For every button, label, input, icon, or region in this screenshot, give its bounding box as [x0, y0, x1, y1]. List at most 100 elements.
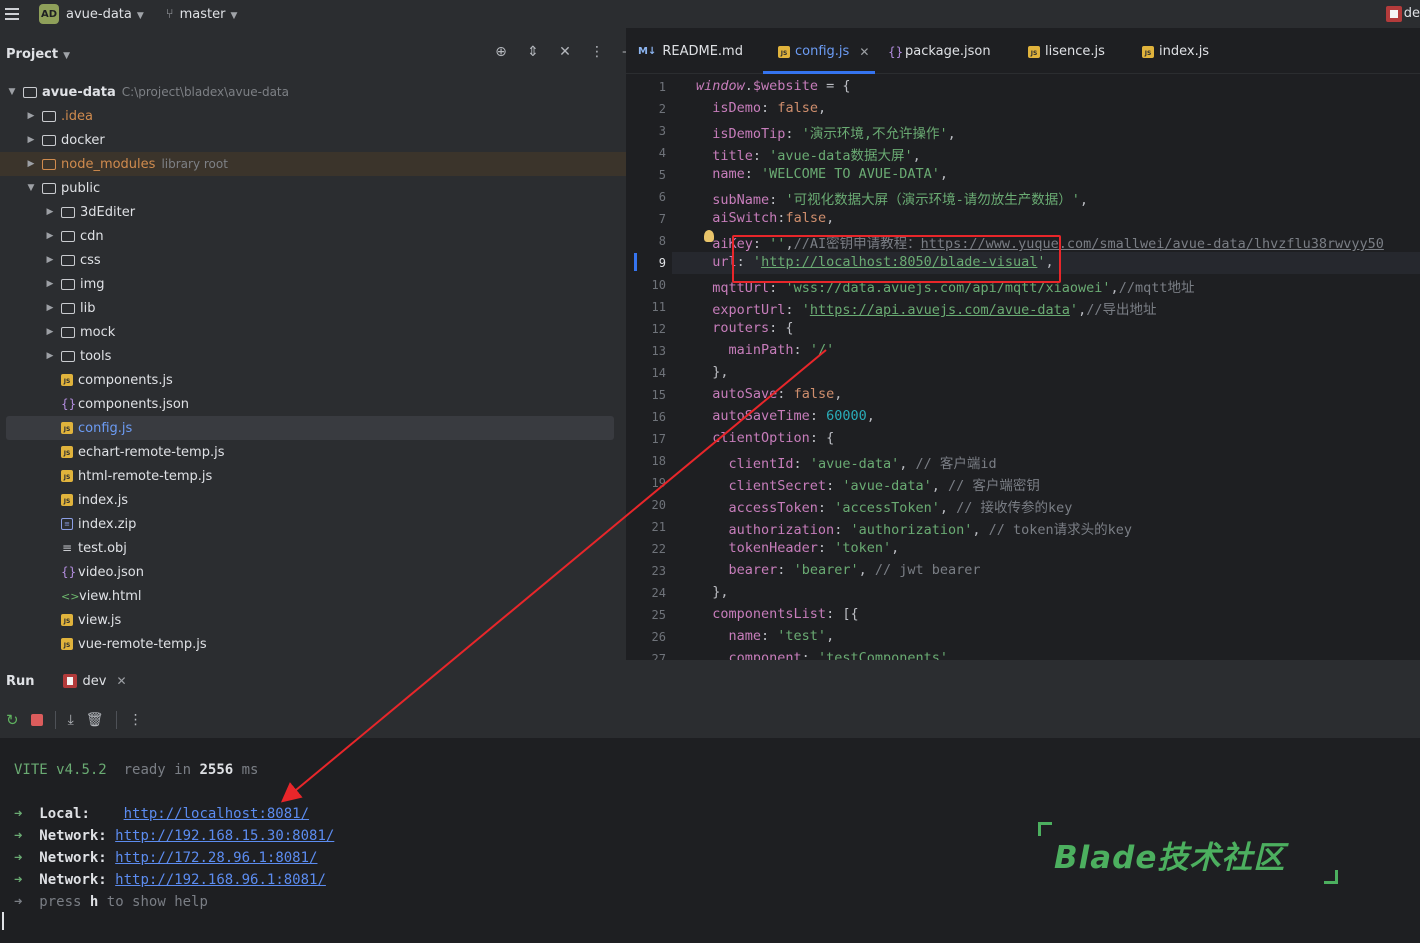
network-url-link[interactable]: http://192.168.15.30:8081/ — [115, 828, 334, 844]
trash-icon[interactable]: 🗑 — [86, 712, 104, 728]
tree-item[interactable]: ▶ cdn — [6, 224, 614, 248]
tab-config-js[interactable]: JS config.js ✕ — [778, 44, 869, 59]
chevron-right-icon[interactable]: ▶ — [44, 279, 56, 289]
terminal-cursor[interactable] — [2, 912, 4, 930]
tree-item[interactable]: ▶JSvue-remote-temp.js — [6, 632, 614, 656]
code-line[interactable]: autoSaveTime: 60000, — [696, 408, 875, 424]
tab-label: README.md — [662, 44, 743, 59]
tree-item[interactable]: ▶ .idea — [6, 104, 614, 128]
code-line[interactable]: isDemoTip: '演示环境,不允许操作', — [696, 122, 955, 142]
scroll-to-end-icon[interactable]: ⤓ — [68, 712, 74, 728]
tree-item[interactable]: ▶{}components.json — [6, 392, 614, 416]
stop-icon[interactable] — [30, 714, 43, 726]
tab-lisence-js[interactable]: JS lisence.js — [1028, 44, 1105, 59]
code-line[interactable]: }, — [696, 364, 728, 380]
chevron-right-icon[interactable]: ▶ — [44, 207, 56, 217]
close-icon[interactable]: ✕ — [859, 45, 869, 59]
tree-item[interactable]: ▶≡test.obj — [6, 536, 614, 560]
code-line[interactable]: accessToken: 'accessToken', // 接收传参的key — [696, 496, 1073, 516]
project-panel-title[interactable]: Project ▼ — [6, 47, 70, 62]
tree-item[interactable]: ▶JSview.js — [6, 608, 614, 632]
chevron-right-icon[interactable]: ▶ — [44, 303, 56, 313]
js-file-icon: JS — [61, 374, 73, 386]
network-url-link[interactable]: http://192.168.96.1:8081/ — [115, 872, 326, 888]
tree-item[interactable]: ▶ 3dEditer — [6, 200, 614, 224]
tree-item[interactable]: ▶<>view.html — [6, 584, 614, 608]
chevron-right-icon[interactable]: ▶ — [25, 135, 37, 145]
tree-item[interactable]: ▶≡index.zip — [6, 512, 614, 536]
code-line[interactable]: authorization: 'authorization', // token… — [696, 518, 1133, 538]
more-options-icon[interactable]: ⋮ — [129, 712, 143, 728]
tree-item[interactable]: ▶{}video.json — [6, 560, 614, 584]
tree-item[interactable]: ▶ img — [6, 272, 614, 296]
code-line[interactable]: subName: '可视化数据大屏（演示环境-请勿放生产数据）', — [696, 188, 1088, 208]
code-line[interactable]: name: 'test', — [696, 628, 835, 644]
code-line[interactable]: clientOption: { — [696, 430, 834, 446]
tree-item[interactable]: ▼ avue-data C:\project\bladex\avue-data — [6, 80, 614, 104]
code-line[interactable]: clientSecret: 'avue-data', // 客户端密钥 — [696, 474, 1040, 494]
close-icon[interactable]: ✕ — [556, 44, 574, 60]
tree-item-label: tools — [80, 348, 112, 364]
more-options-icon[interactable]: ⋮ — [588, 44, 606, 60]
code-line[interactable]: name: 'WELCOME TO AVUE-DATA', — [696, 166, 948, 182]
tree-item[interactable]: ▶JScomponents.js — [6, 368, 614, 392]
code-line[interactable]: componentsList: [{ — [696, 606, 858, 622]
chevron-right-icon[interactable]: ▶ — [44, 255, 56, 265]
rerun-icon[interactable]: ↻ — [6, 711, 19, 729]
chevron-right-icon[interactable]: ▶ — [44, 351, 56, 361]
code-line[interactable]: title: 'avue-data数据大屏', — [696, 144, 920, 164]
code-line[interactable]: bearer: 'bearer', // jwt bearer — [696, 562, 981, 578]
branch-switcher[interactable]: master ▼ — [180, 7, 238, 22]
run-toolbar: ↻ ⤓ 🗑 ⋮ — [0, 702, 1420, 738]
code-line[interactable]: isDemo: false, — [696, 100, 826, 116]
tab-package-json[interactable]: {} package.json — [888, 44, 991, 59]
code-line[interactable]: mainPath: '/' — [696, 342, 835, 358]
chevron-right-icon[interactable]: ▶ — [25, 159, 37, 169]
code-line[interactable]: window.$website = { — [696, 78, 850, 94]
code-line[interactable]: exportUrl: 'https://api.avuejs.com/avue-… — [696, 298, 1156, 318]
code-line[interactable]: clientId: 'avue-data', // 客户端id — [696, 452, 997, 472]
tree-item-label: video.json — [78, 564, 144, 580]
chevron-down-icon[interactable]: ▼ — [25, 183, 37, 193]
run-panel: Run dev ✕ ↻ ⤓ 🗑 ⋮ VITE v4.5.2 ready in 2… — [0, 660, 1420, 943]
code-line[interactable]: aiSwitch:false, — [696, 210, 834, 226]
chevron-down-icon[interactable]: ▼ — [6, 87, 18, 97]
tree-item-hint: C:\project\bladex\avue-data — [121, 85, 289, 99]
tree-item-label: mock — [80, 324, 116, 340]
tab-readme[interactable]: M↓ README.md — [638, 44, 743, 59]
chevron-right-icon[interactable]: ▶ — [25, 111, 37, 121]
tree-item[interactable]: ▶ lib — [6, 296, 614, 320]
locate-file-icon[interactable]: ⊕ — [492, 44, 510, 60]
main-menu-icon[interactable] — [5, 5, 19, 23]
code-line[interactable]: tokenHeader: 'token', — [696, 540, 900, 556]
toolbar-divider — [115, 711, 117, 729]
local-url-link[interactable]: http://localhost:8081/ — [124, 806, 309, 822]
lightbulb-icon[interactable] — [704, 230, 714, 242]
close-icon[interactable]: ✕ — [116, 674, 126, 688]
code-line[interactable]: component: 'testComponents', — [696, 650, 957, 660]
tree-item[interactable]: ▶JSindex.js — [6, 488, 614, 512]
arrow-icon: ➜ — [14, 806, 23, 822]
code-line[interactable]: routers: { — [696, 320, 793, 336]
tree-item[interactable]: ▼ public — [6, 176, 614, 200]
project-switcher[interactable]: avue-data ▼ — [66, 7, 144, 22]
tree-item[interactable]: ▶ tools — [6, 344, 614, 368]
code-line[interactable]: }, — [696, 584, 728, 600]
code-line[interactable]: autoSave: false, — [696, 386, 842, 402]
run-tab-dev[interactable]: dev ✕ — [62, 674, 127, 689]
chevron-right-icon[interactable]: ▶ — [44, 231, 56, 241]
run-config-label[interactable]: de — [1404, 6, 1420, 21]
tree-item[interactable]: ▶ mock — [6, 320, 614, 344]
line-number: 15 — [651, 388, 666, 402]
tree-item[interactable]: ▶JSconfig.js — [6, 416, 614, 440]
tree-item[interactable]: ▶JShtml-remote-temp.js — [6, 464, 614, 488]
tab-index-js[interactable]: JS index.js — [1142, 44, 1209, 59]
run-config-icon[interactable] — [1386, 6, 1402, 22]
chevron-right-icon[interactable]: ▶ — [44, 327, 56, 337]
tree-item[interactable]: ▶ css — [6, 248, 614, 272]
tree-item[interactable]: ▶ docker — [6, 128, 614, 152]
tree-item[interactable]: ▶ node_modules library root — [0, 152, 626, 176]
network-url-link[interactable]: http://172.28.96.1:8081/ — [115, 850, 317, 866]
tree-item[interactable]: ▶JSechart-remote-temp.js — [6, 440, 614, 464]
expand-collapse-icon[interactable]: ⇕ — [524, 44, 542, 60]
